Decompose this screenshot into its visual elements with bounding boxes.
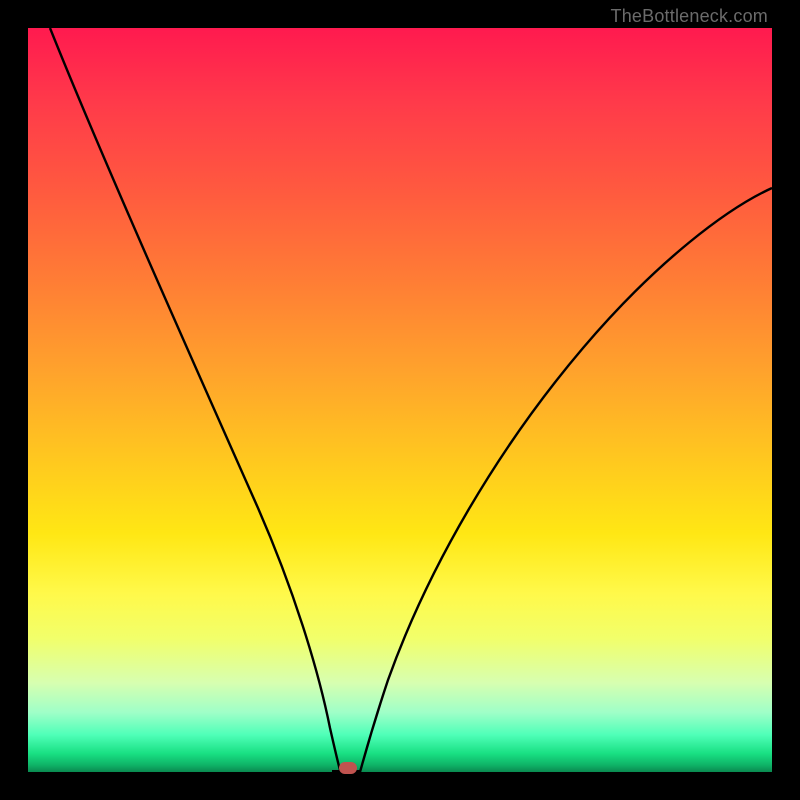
- watermark-text: TheBottleneck.com: [611, 6, 768, 27]
- optimum-marker: [339, 762, 357, 774]
- curve-left-branch: [50, 28, 340, 772]
- bottleneck-curve: [28, 28, 772, 772]
- chart-frame: TheBottleneck.com: [0, 0, 800, 800]
- curve-right-branch: [360, 188, 772, 772]
- plot-area: [28, 28, 772, 772]
